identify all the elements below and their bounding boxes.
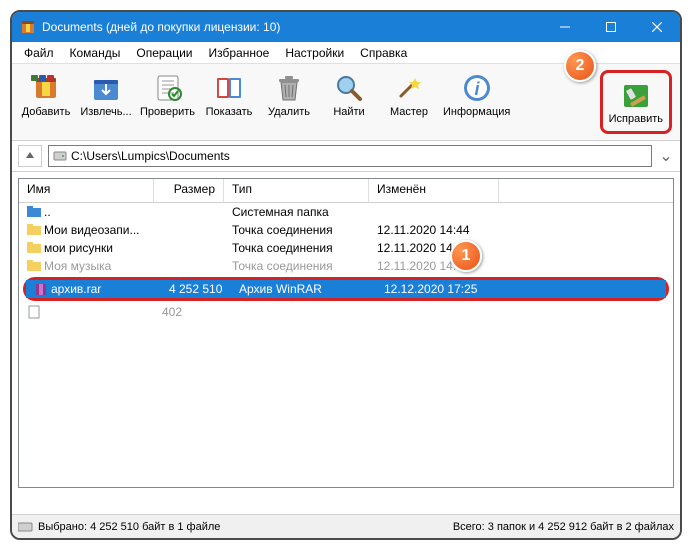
file-type: Точка соединения <box>224 256 369 276</box>
file-icon <box>27 223 41 237</box>
statusbar: Выбрано: 4 252 510 байт в 1 файле Всего:… <box>12 514 680 538</box>
add-label: Добавить <box>22 106 71 118</box>
info-button[interactable]: i Информация <box>439 70 514 120</box>
delete-label: Удалить <box>268 106 310 118</box>
repair-highlight: Исправить <box>600 70 672 134</box>
test-label: Проверить <box>140 106 195 118</box>
info-label: Информация <box>443 106 510 118</box>
file-size: 402 <box>154 302 224 322</box>
file-size <box>154 209 224 215</box>
view-label: Показать <box>206 106 253 118</box>
selection-highlight: архив.rar 4 252 510Архив WinRAR12.12.2020… <box>23 277 669 301</box>
add-icon <box>30 72 62 104</box>
nav-up-button[interactable] <box>18 145 42 167</box>
repair-button[interactable]: Исправить <box>605 77 667 127</box>
table-row[interactable]: ..Системная папка <box>19 203 673 221</box>
wizard-label: Мастер <box>390 106 428 118</box>
file-modified: 12.11.2020 14:44 <box>369 220 499 240</box>
wizard-button[interactable]: Мастер <box>379 70 439 120</box>
extract-button[interactable]: Извлечь... <box>76 70 136 120</box>
file-modified: 12.12.2020 17:25 <box>376 279 506 299</box>
file-icon <box>27 241 41 255</box>
extract-label: Извлечь... <box>80 106 131 118</box>
menu-operations[interactable]: Операции <box>128 44 200 62</box>
file-name: мои рисунки <box>44 241 113 255</box>
file-type <box>224 309 369 315</box>
file-icon <box>27 259 41 273</box>
maximize-button[interactable] <box>588 12 634 42</box>
status-selected: Выбрано: 4 252 510 байт в 1 файле <box>38 521 220 533</box>
wizard-icon <box>393 72 425 104</box>
view-icon <box>213 72 245 104</box>
test-button[interactable]: Проверить <box>136 70 199 120</box>
delete-icon <box>273 72 305 104</box>
list-header: Имя Размер Тип Изменён <box>19 179 673 203</box>
menu-favorites[interactable]: Избранное <box>201 44 278 62</box>
table-row[interactable]: мои рисункиТочка соединения12.11.2020 14… <box>19 239 673 257</box>
up-arrow-icon <box>24 150 36 162</box>
minimize-button[interactable] <box>542 12 588 42</box>
file-size <box>154 245 224 251</box>
close-button[interactable] <box>634 12 680 42</box>
find-icon <box>333 72 365 104</box>
status-icon <box>18 521 34 533</box>
file-name: Мои видеозапи... <box>44 223 140 237</box>
file-icon <box>34 282 48 296</box>
menu-settings[interactable]: Настройки <box>277 44 352 62</box>
path-input[interactable]: C:\Users\Lumpics\Documents <box>48 145 652 167</box>
table-row[interactable]: 402 <box>19 303 673 321</box>
annotation-badge-2: 2 <box>564 50 596 82</box>
find-label: Найти <box>333 106 364 118</box>
status-total: Всего: 3 папок и 4 252 912 байт в 2 файл… <box>453 521 674 533</box>
disk-icon <box>53 149 67 163</box>
path-dropdown-icon[interactable]: ⌄ <box>658 146 674 166</box>
file-name: .. <box>44 205 51 219</box>
file-name: Моя музыка <box>44 259 111 273</box>
file-icon <box>27 205 41 219</box>
app-icon <box>20 19 36 35</box>
table-row[interactable]: Моя музыкаТочка соединения12.11.2020 14:… <box>19 257 673 275</box>
menu-file[interactable]: Файл <box>16 44 62 62</box>
table-row[interactable]: архив.rar 4 252 510Архив WinRAR12.12.2020… <box>26 280 666 298</box>
file-type: Точка соединения <box>224 238 369 258</box>
navbar: C:\Users\Lumpics\Documents ⌄ <box>12 141 680 172</box>
file-icon <box>27 305 41 319</box>
repair-label: Исправить <box>609 113 663 125</box>
table-row[interactable]: Мои видеозапи... Точка соединения12.11.20… <box>19 221 673 239</box>
annotation-badge-1: 1 <box>450 240 482 272</box>
extract-icon <box>90 72 122 104</box>
add-button[interactable]: Добавить <box>16 70 76 120</box>
window-title: Documents (дней до покупки лицензии: 10) <box>42 20 542 34</box>
file-size <box>154 227 224 233</box>
menu-help[interactable]: Справка <box>352 44 415 62</box>
view-button[interactable]: Показать <box>199 70 259 120</box>
file-modified <box>369 309 499 315</box>
menu-commands[interactable]: Команды <box>62 44 129 62</box>
info-icon: i <box>461 72 493 104</box>
col-name[interactable]: Имя <box>19 179 154 202</box>
file-type: Архив WinRAR <box>231 279 376 299</box>
find-button[interactable]: Найти <box>319 70 379 120</box>
file-size: 4 252 510 <box>161 279 231 299</box>
col-type[interactable]: Тип <box>224 179 369 202</box>
path-text: C:\Users\Lumpics\Documents <box>71 149 230 163</box>
test-icon <box>152 72 184 104</box>
col-size[interactable]: Размер <box>154 179 224 202</box>
file-name: архив.rar <box>51 282 101 296</box>
file-type: Точка соединения <box>224 220 369 240</box>
delete-button[interactable]: Удалить <box>259 70 319 120</box>
titlebar: Documents (дней до покупки лицензии: 10) <box>12 12 680 42</box>
repair-icon <box>620 79 652 111</box>
col-modified[interactable]: Изменён <box>369 179 499 202</box>
file-modified <box>369 209 499 215</box>
file-list: Имя Размер Тип Изменён ..Системная папка… <box>18 178 674 488</box>
file-size <box>154 263 224 269</box>
